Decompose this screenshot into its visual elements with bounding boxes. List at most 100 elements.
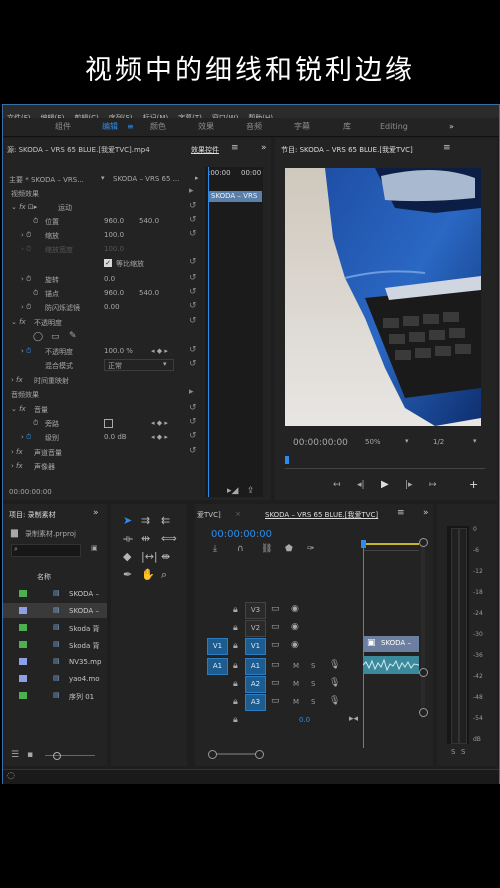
fx-opacity-toggle[interactable]: ⌄ fx [11, 318, 26, 326]
workspace-editing[interactable]: 编辑 [102, 118, 118, 136]
opacity-value[interactable]: 100.0 % [104, 347, 133, 355]
anchor-x-value[interactable]: 960.0 [104, 289, 124, 297]
rate-stretch-tool-icon[interactable]: ⟺ [161, 532, 177, 545]
fx-volume-toggle[interactable]: ⌄ fx [11, 405, 26, 413]
rolling-edit-tool-icon[interactable]: ⇹ [141, 532, 150, 545]
eye-v1-icon[interactable]: ◉ [291, 640, 299, 650]
list-item[interactable]: ▤ SKODA – [3, 603, 107, 618]
close-tab-icon[interactable]: × [235, 510, 241, 518]
zoom-dropdown[interactable]: 50% ▾ [363, 436, 413, 447]
reset-bypass-icon[interactable]: ↺ [189, 417, 197, 427]
anchor-stopwatch-icon[interactable]: ⏱ [33, 289, 38, 298]
project-more-icon[interactable]: » [93, 508, 99, 518]
list-item[interactable]: ▤ 序列 01 [3, 688, 107, 703]
scale-value[interactable]: 100.0 [104, 231, 124, 239]
icon-view-icon[interactable]: ▪ [27, 750, 33, 760]
reset-opacity-group-icon[interactable]: ↺ [189, 316, 197, 326]
workspace-menu-icon[interactable]: ≡ [127, 118, 134, 136]
timeline-tab[interactable]: SKODA – VRS 65 BLUE.[我爱TVC] [265, 510, 378, 520]
workspace-libraries[interactable]: 库 [343, 118, 351, 136]
level-expand-icon[interactable]: › ⏱ [21, 433, 32, 442]
lock-v2-icon[interactable]: 🔒︎ [233, 623, 238, 633]
program-playhead[interactable] [285, 456, 289, 464]
horizontal-zoom-scrollbar[interactable] [208, 750, 264, 759]
track-v3[interactable]: V3 [245, 602, 266, 619]
track-v2[interactable]: V2 [245, 620, 266, 637]
label-color-swatch[interactable] [19, 607, 27, 614]
project-search-input[interactable]: ⌕ [11, 544, 81, 557]
list-item[interactable]: ▤ Skoda 背 [3, 637, 107, 652]
workspace-editing-en[interactable]: Editing [380, 118, 408, 136]
level-value[interactable]: 0.0 dB [104, 433, 127, 441]
expand-icon[interactable]: » [261, 143, 267, 153]
sync-a3-icon[interactable]: ▭ [271, 696, 280, 706]
new-bin-icon[interactable]: ▣ [91, 544, 98, 552]
slide-tool-icon[interactable]: ⇼ [161, 550, 170, 563]
antiflicker-value[interactable]: 0.00 [104, 303, 120, 311]
opacity-expand-icon[interactable]: › ⏱ [21, 347, 32, 356]
solo-right-button[interactable]: S [461, 748, 465, 756]
snap-icon[interactable]: ⤓ [213, 544, 217, 554]
lock-a2-icon[interactable]: 🔒︎ [233, 679, 238, 689]
timeline-more-icon[interactable]: » [423, 508, 429, 518]
play-arrow-icon[interactable]: ▸ [195, 174, 199, 182]
scale-expand-icon[interactable]: › ⏱ [21, 231, 32, 240]
label-color-swatch[interactable] [19, 692, 27, 699]
sync-a2-icon[interactable]: ▭ [271, 678, 280, 688]
lock-v1-icon[interactable]: 🔒︎ [233, 641, 238, 651]
uniform-scale-checkbox[interactable]: ✓ [104, 259, 112, 267]
solo-a1[interactable]: S [311, 662, 315, 670]
reset-position-icon[interactable]: ↺ [189, 215, 197, 225]
ellipse-mask-icon[interactable]: ◯ [33, 332, 43, 342]
track-select-back-icon[interactable]: ⇇ [161, 514, 170, 527]
resolution-dropdown[interactable]: 1/2 ▾ [431, 436, 481, 447]
timeline-menu-icon[interactable]: ≡ [397, 508, 405, 518]
source-patch-v1[interactable]: V1 [207, 638, 228, 655]
reset-volume-icon[interactable]: ↺ [189, 403, 197, 413]
rectangle-mask-icon[interactable]: ▭ [51, 332, 60, 342]
audio-clip[interactable] [362, 656, 420, 674]
sync-v1-icon[interactable]: ▭ [271, 640, 280, 650]
reset-uniform-icon[interactable]: ↺ [189, 257, 197, 267]
program-menu-icon[interactable]: ≡ [443, 143, 451, 153]
mini-clip-bar[interactable]: SKODA – VRS [208, 191, 262, 202]
hzoom-left-handle[interactable] [208, 750, 217, 759]
workspace-audio[interactable]: 音频 [246, 118, 262, 136]
master-volume-value[interactable]: 0.0 [299, 716, 310, 724]
eye-v2-icon[interactable]: ◉ [291, 622, 299, 632]
selection-tool-icon[interactable]: ➤ [123, 514, 132, 527]
program-tab[interactable]: 节目: SKODA – VRS 65 BLUE.[我爱TVC] [281, 145, 413, 155]
workspace-color[interactable]: 颜色 [150, 118, 166, 136]
effect-controls-tab[interactable]: 效果控件 [191, 145, 219, 155]
fx-motion-toggle[interactable]: ⌄ fx ⊡▸ [11, 203, 37, 211]
track-a1[interactable]: A1 [245, 658, 266, 675]
reset-level-icon[interactable]: ↺ [189, 431, 197, 441]
track-a2[interactable]: A2 [245, 676, 266, 693]
reset-audio-icon[interactable]: ▸ [189, 387, 194, 397]
rotation-value[interactable]: 0.0 [104, 275, 115, 283]
scroll-bottom-handle[interactable] [419, 708, 428, 717]
linked-selection-icon[interactable]: ⛓ [261, 544, 272, 554]
fx-channel-volume-toggle[interactable]: › fx [11, 448, 23, 456]
list-item[interactable]: ▤ SKODA – [3, 586, 107, 601]
timeline-tab-prev[interactable]: 爱TVC] [197, 510, 221, 520]
lock-master-icon[interactable]: 🔒︎ [233, 715, 238, 725]
label-color-swatch[interactable] [19, 658, 27, 665]
scroll-top-handle[interactable] [419, 538, 428, 547]
track-select-tool-icon[interactable]: ⇉ [141, 514, 150, 527]
video-clip[interactable]: ▣ SKODA – [363, 636, 419, 652]
reset-anchor-icon[interactable]: ↺ [189, 287, 197, 297]
slip-tool-icon[interactable]: |↔| [141, 550, 158, 563]
level-keyframe-nav-icon[interactable]: ◂ ◆ ▸ [151, 433, 168, 441]
stopwatch-icon[interactable]: ⏱ [33, 217, 38, 226]
step-back-marker-icon[interactable]: ↤ [333, 480, 341, 490]
label-color-swatch[interactable] [19, 624, 27, 631]
reset-opacity-icon[interactable]: ↺ [189, 345, 197, 355]
eye-v3-icon[interactable]: ◉ [291, 604, 299, 614]
scale-width-expand-icon[interactable]: › ⏱ [21, 245, 32, 254]
reset-rotation-icon[interactable]: ↺ [189, 273, 197, 283]
wrench-icon[interactable]: ✑ [307, 544, 315, 554]
source-patch-a1[interactable]: A1 [207, 658, 228, 675]
list-item[interactable]: ▤ yao4.mo [3, 671, 107, 686]
sequence-clip-label[interactable]: SKODA – VRS 65 ... [113, 175, 179, 183]
